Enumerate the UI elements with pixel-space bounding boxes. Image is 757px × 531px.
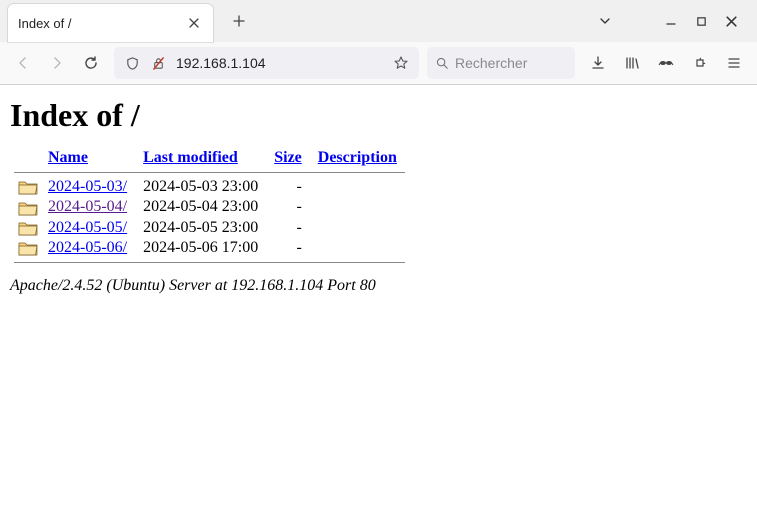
modified-cell: 2024-05-03 23:00 bbox=[135, 177, 266, 197]
close-tab-icon[interactable] bbox=[185, 14, 203, 32]
bookmark-star-icon[interactable] bbox=[389, 51, 413, 75]
shield-icon[interactable] bbox=[120, 51, 144, 75]
maximize-button[interactable] bbox=[693, 13, 709, 29]
folder-icon bbox=[18, 219, 38, 236]
back-button[interactable] bbox=[8, 48, 38, 78]
table-row: 2024-05-05/2024-05-05 23:00- bbox=[14, 218, 405, 238]
modified-cell: 2024-05-05 23:00 bbox=[135, 218, 266, 238]
forward-button[interactable] bbox=[42, 48, 72, 78]
browser-tab[interactable]: Index of / bbox=[8, 4, 213, 42]
new-tab-button[interactable] bbox=[223, 5, 255, 37]
table-row: 2024-05-04/2024-05-04 23:00- bbox=[14, 197, 405, 217]
col-description[interactable]: Description bbox=[318, 149, 397, 166]
table-row: 2024-05-06/2024-05-06 17:00- bbox=[14, 238, 405, 258]
close-window-button[interactable] bbox=[723, 13, 739, 29]
url-text: 192.168.1.104 bbox=[172, 55, 387, 71]
size-cell: - bbox=[266, 238, 310, 258]
menu-button[interactable] bbox=[719, 48, 749, 78]
browser-chrome: Index of / bbox=[0, 0, 757, 85]
search-placeholder: Rechercher bbox=[455, 55, 527, 71]
folder-icon bbox=[18, 239, 38, 256]
col-size[interactable]: Size bbox=[274, 149, 302, 166]
reload-button[interactable] bbox=[76, 48, 106, 78]
directory-listing-table: Name Last modified Size Description 2024… bbox=[14, 148, 405, 267]
toolbar: 192.168.1.104 Rechercher bbox=[0, 42, 757, 84]
page-title: Index of / bbox=[10, 97, 747, 134]
table-row: 2024-05-03/2024-05-03 23:00- bbox=[14, 177, 405, 197]
directory-link[interactable]: 2024-05-03/ bbox=[48, 178, 127, 195]
folder-icon bbox=[18, 178, 38, 195]
col-modified[interactable]: Last modified bbox=[143, 149, 238, 166]
downloads-button[interactable] bbox=[583, 48, 613, 78]
directory-link[interactable]: 2024-05-05/ bbox=[48, 219, 127, 236]
col-name[interactable]: Name bbox=[48, 149, 88, 166]
extensions-button[interactable] bbox=[685, 48, 715, 78]
insecure-lock-icon[interactable] bbox=[146, 51, 170, 75]
tab-bar: Index of / bbox=[0, 0, 757, 42]
server-signature: Apache/2.4.52 (Ubuntu) Server at 192.168… bbox=[10, 277, 747, 295]
search-icon bbox=[435, 56, 449, 70]
tabs-dropdown-icon[interactable] bbox=[597, 13, 613, 29]
modified-cell: 2024-05-04 23:00 bbox=[135, 197, 266, 217]
page-content: Index of / Name Last modified Size Descr… bbox=[0, 85, 757, 307]
size-cell: - bbox=[266, 218, 310, 238]
extension-icon[interactable] bbox=[651, 48, 681, 78]
url-bar[interactable]: 192.168.1.104 bbox=[114, 47, 419, 79]
search-box[interactable]: Rechercher bbox=[427, 47, 575, 79]
size-cell: - bbox=[266, 197, 310, 217]
tab-title: Index of / bbox=[18, 16, 177, 31]
minimize-button[interactable] bbox=[663, 13, 679, 29]
size-cell: - bbox=[266, 177, 310, 197]
folder-icon bbox=[18, 198, 38, 215]
directory-link[interactable]: 2024-05-06/ bbox=[48, 239, 127, 256]
library-button[interactable] bbox=[617, 48, 647, 78]
modified-cell: 2024-05-06 17:00 bbox=[135, 238, 266, 258]
directory-link[interactable]: 2024-05-04/ bbox=[48, 198, 127, 215]
table-header-row: Name Last modified Size Description bbox=[14, 148, 405, 168]
